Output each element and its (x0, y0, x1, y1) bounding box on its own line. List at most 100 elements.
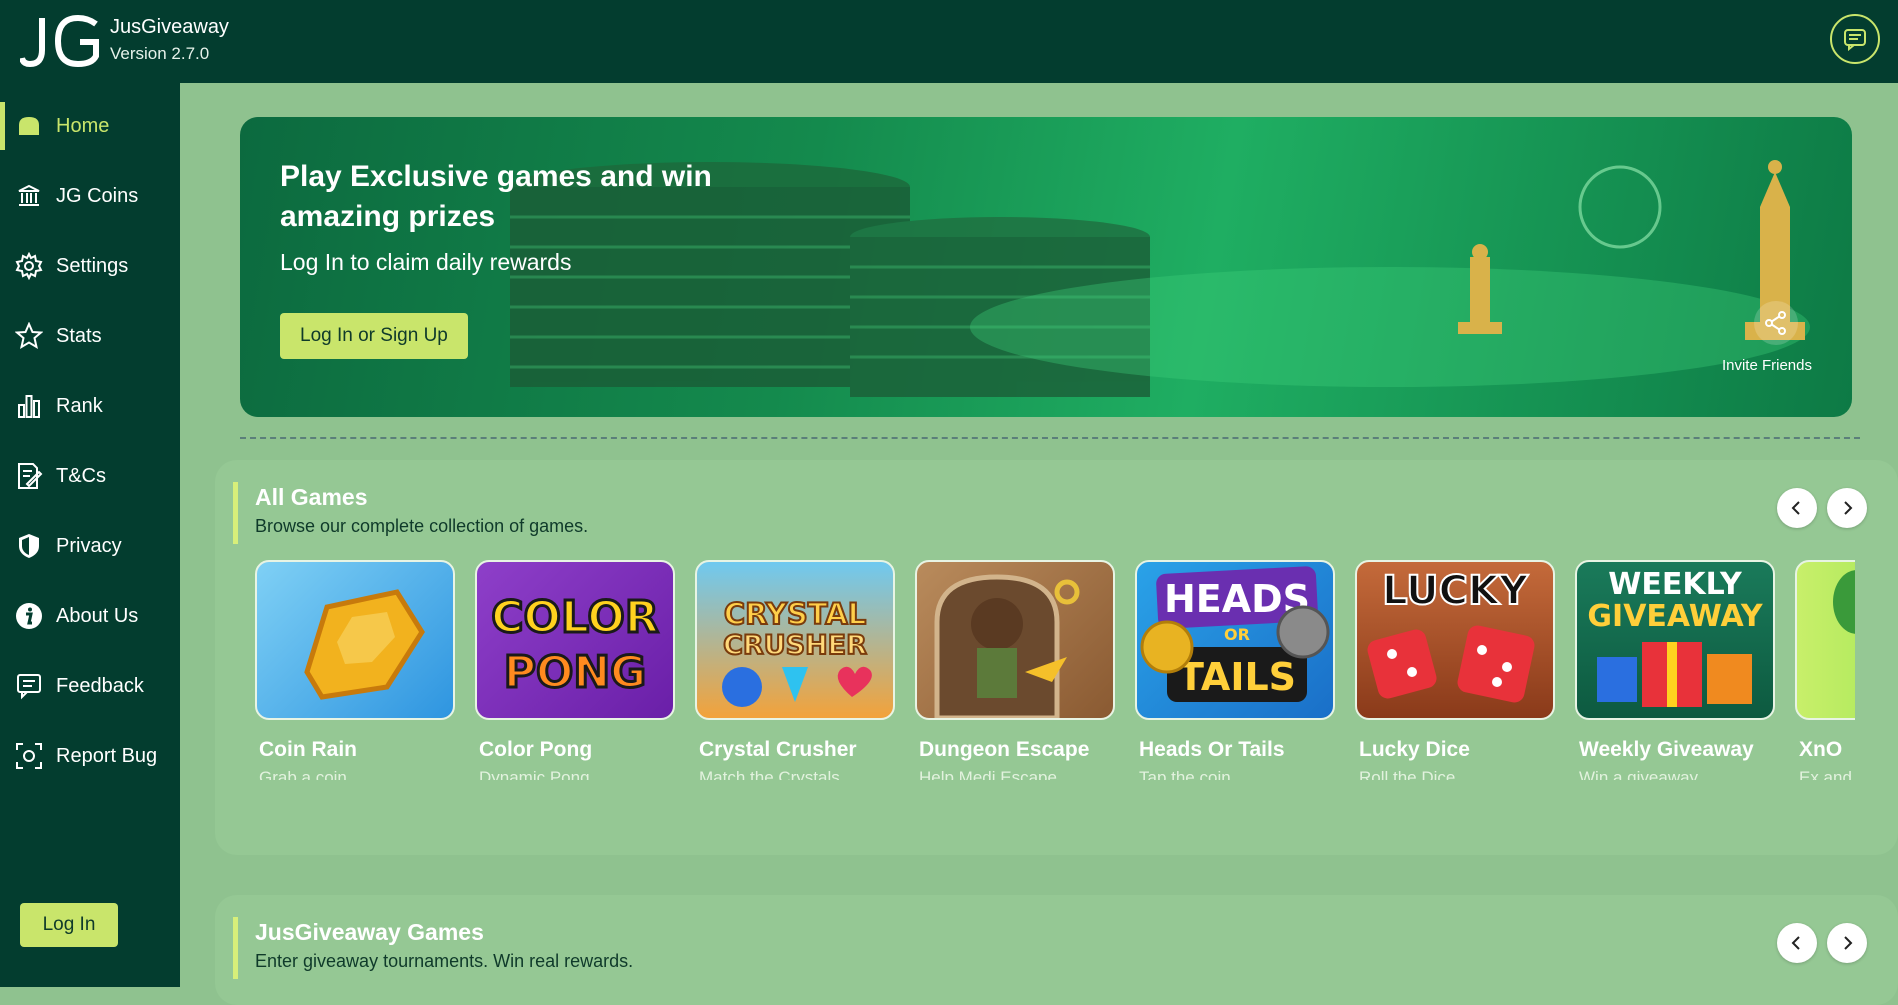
sidebar-item-label: About Us (56, 604, 139, 627)
hero-banner: Play Exclusive games and win amazing pri… (240, 117, 1852, 417)
game-thumbnail: WEEKLY GIVEAWAY (1575, 560, 1775, 720)
home-icon (12, 113, 46, 139)
sidebar-item-tcs[interactable]: T&Cs (0, 448, 180, 504)
game-title: Lucky Dice (1359, 738, 1470, 761)
sidebar-item-label: Report Bug (56, 744, 158, 767)
app-name: JusGiveaway (110, 16, 229, 38)
chevron-left-icon (1791, 501, 1800, 515)
game-description: Win a giveaway (1579, 768, 1699, 780)
bug-scan-icon (12, 742, 46, 770)
feedback-icon (12, 672, 46, 700)
game-thumbnail: CRYSTAL CRUSHER (695, 560, 895, 720)
svg-text:WEEKLY: WEEKLY (1608, 567, 1743, 602)
svg-text:PONG: PONG (504, 647, 647, 698)
sidebar-item-home[interactable]: Home (0, 98, 180, 154)
game-description: Grab a coin (259, 768, 347, 780)
game-title: XnO (1799, 738, 1843, 761)
login-signup-button[interactable]: Log In or Sign Up (280, 313, 468, 359)
sidebar-item-label: T&Cs (56, 464, 106, 487)
svg-text:LUCKY: LUCKY (1382, 568, 1529, 614)
svg-text:TAILS: TAILS (1178, 655, 1296, 699)
game-card[interactable]: Dungeon Escape Help Medi Escape (915, 560, 1115, 780)
sidebar-item-stats[interactable]: Stats (0, 308, 180, 364)
game-description: Match the Crystals (699, 768, 840, 780)
game-thumbnail: HEADS OR TAILS (1135, 560, 1335, 720)
chevron-right-icon (1844, 501, 1853, 515)
section-title: JusGiveaway Games (255, 919, 484, 945)
scroll-left-button[interactable] (1777, 923, 1817, 963)
shield-icon (12, 532, 46, 560)
star-icon (12, 322, 46, 350)
top-bar: JusGiveaway Version 2.7.0 (0, 0, 1898, 83)
game-card[interactable]: CRYSTAL CRUSHER Crystal Crusher Match th… (695, 560, 895, 780)
sidebar-item-report-bug[interactable]: Report Bug (0, 728, 180, 784)
chevron-right-icon (1844, 936, 1853, 950)
sidebar-item-rank[interactable]: Rank (0, 378, 180, 434)
section-accent-bar (233, 917, 238, 979)
game-card[interactable]: WEEKLY GIVEAWAY Weekly Giveaway Win a gi… (1575, 560, 1775, 780)
game-thumbnail (915, 560, 1115, 720)
sidebar-item-settings[interactable]: Settings (0, 238, 180, 294)
sidebar-item-label: JG Coins (56, 184, 139, 207)
game-description: Dynamic Pong (479, 768, 590, 780)
jg-logo (20, 14, 99, 68)
svg-text:GIVEAWAY: GIVEAWAY (1587, 599, 1763, 634)
section-subtitle: Browse our complete collection of games. (255, 516, 589, 536)
game-thumbnail: COLOR PONG (475, 560, 675, 720)
sidebar-item-label: Settings (56, 254, 129, 277)
document-edit-icon (12, 462, 46, 490)
game-description: Roll the Dice (1359, 768, 1456, 780)
app-version: Version 2.7.0 (110, 44, 210, 63)
svg-text:CRYSTAL: CRYSTAL (724, 597, 866, 631)
sidebar-item-jg-coins[interactable]: JG Coins (0, 168, 180, 224)
games-carousel: Coin Rain Grab a coin COLOR PONG Color P… (255, 560, 1855, 780)
scroll-right-button[interactable] (1827, 488, 1867, 528)
scroll-right-button[interactable] (1827, 923, 1867, 963)
hero-title: Play Exclusive games and win amazing pri… (280, 160, 712, 233)
sidebar-login-button[interactable]: Log In (20, 903, 118, 947)
game-thumbnail (1795, 560, 1855, 720)
game-description: Help Medi Escape (919, 768, 1057, 780)
svg-text:COLOR: COLOR (491, 592, 658, 643)
sidebar-item-privacy[interactable]: Privacy (0, 518, 180, 574)
section-accent-bar (233, 482, 238, 544)
chat-bubble-icon (1844, 29, 1866, 51)
sidebar-item-label: Rank (56, 394, 103, 417)
game-title: Weekly Giveaway (1579, 738, 1754, 761)
game-title: Coin Rain (259, 738, 357, 761)
sidebar: Home JG Coins Settings Stats Rank T&Cs P… (0, 83, 180, 987)
sidebar-item-label: Privacy (56, 534, 122, 557)
sidebar-item-about-us[interactable]: About Us (0, 588, 180, 644)
gear-icon (12, 252, 46, 280)
hero-subtitle: Log In to claim daily rewards (280, 249, 572, 275)
section-title: All Games (255, 484, 368, 510)
scroll-left-button[interactable] (1777, 488, 1817, 528)
share-icon (1765, 311, 1786, 335)
sidebar-item-label: Stats (56, 324, 102, 347)
chat-button[interactable] (1830, 14, 1880, 64)
sidebar-item-feedback[interactable]: Feedback (0, 658, 180, 714)
game-card[interactable]: HEADS OR TAILS Heads Or Tails Tap the co… (1135, 560, 1335, 780)
game-card[interactable]: XnO Ex and O (1795, 560, 1855, 780)
bank-icon (12, 183, 46, 209)
svg-text:CRUSHER: CRUSHER (723, 630, 867, 661)
section-divider (240, 437, 1860, 439)
game-title: Color Pong (479, 738, 593, 761)
game-title: Heads Or Tails (1139, 738, 1285, 761)
chevron-left-icon (1791, 936, 1800, 950)
sidebar-item-label: Home (56, 114, 110, 137)
section-subtitle: Enter giveaway tournaments. Win real rew… (255, 951, 634, 971)
game-card[interactable]: LUCKY Lucky Dice Roll the Dice (1355, 560, 1555, 780)
bar-chart-icon (12, 393, 46, 419)
game-card[interactable]: Coin Rain Grab a coin (255, 560, 455, 780)
jusgiveaway-games-section: JusGiveaway Games Enter giveaway tournam… (215, 895, 1898, 1005)
game-description: Tap the coin (1139, 768, 1231, 780)
game-card[interactable]: COLOR PONG Color Pong Dynamic Pong (475, 560, 675, 780)
invite-friends-label: Invite Friends (1721, 357, 1812, 374)
invite-friends-button[interactable] (1754, 301, 1798, 345)
svg-text:OR: OR (1224, 625, 1250, 644)
game-description: Ex and O (1799, 768, 1855, 780)
game-thumbnail: LUCKY (1355, 560, 1555, 720)
sidebar-item-label: Feedback (56, 674, 144, 697)
game-title: Crystal Crusher (699, 738, 857, 761)
